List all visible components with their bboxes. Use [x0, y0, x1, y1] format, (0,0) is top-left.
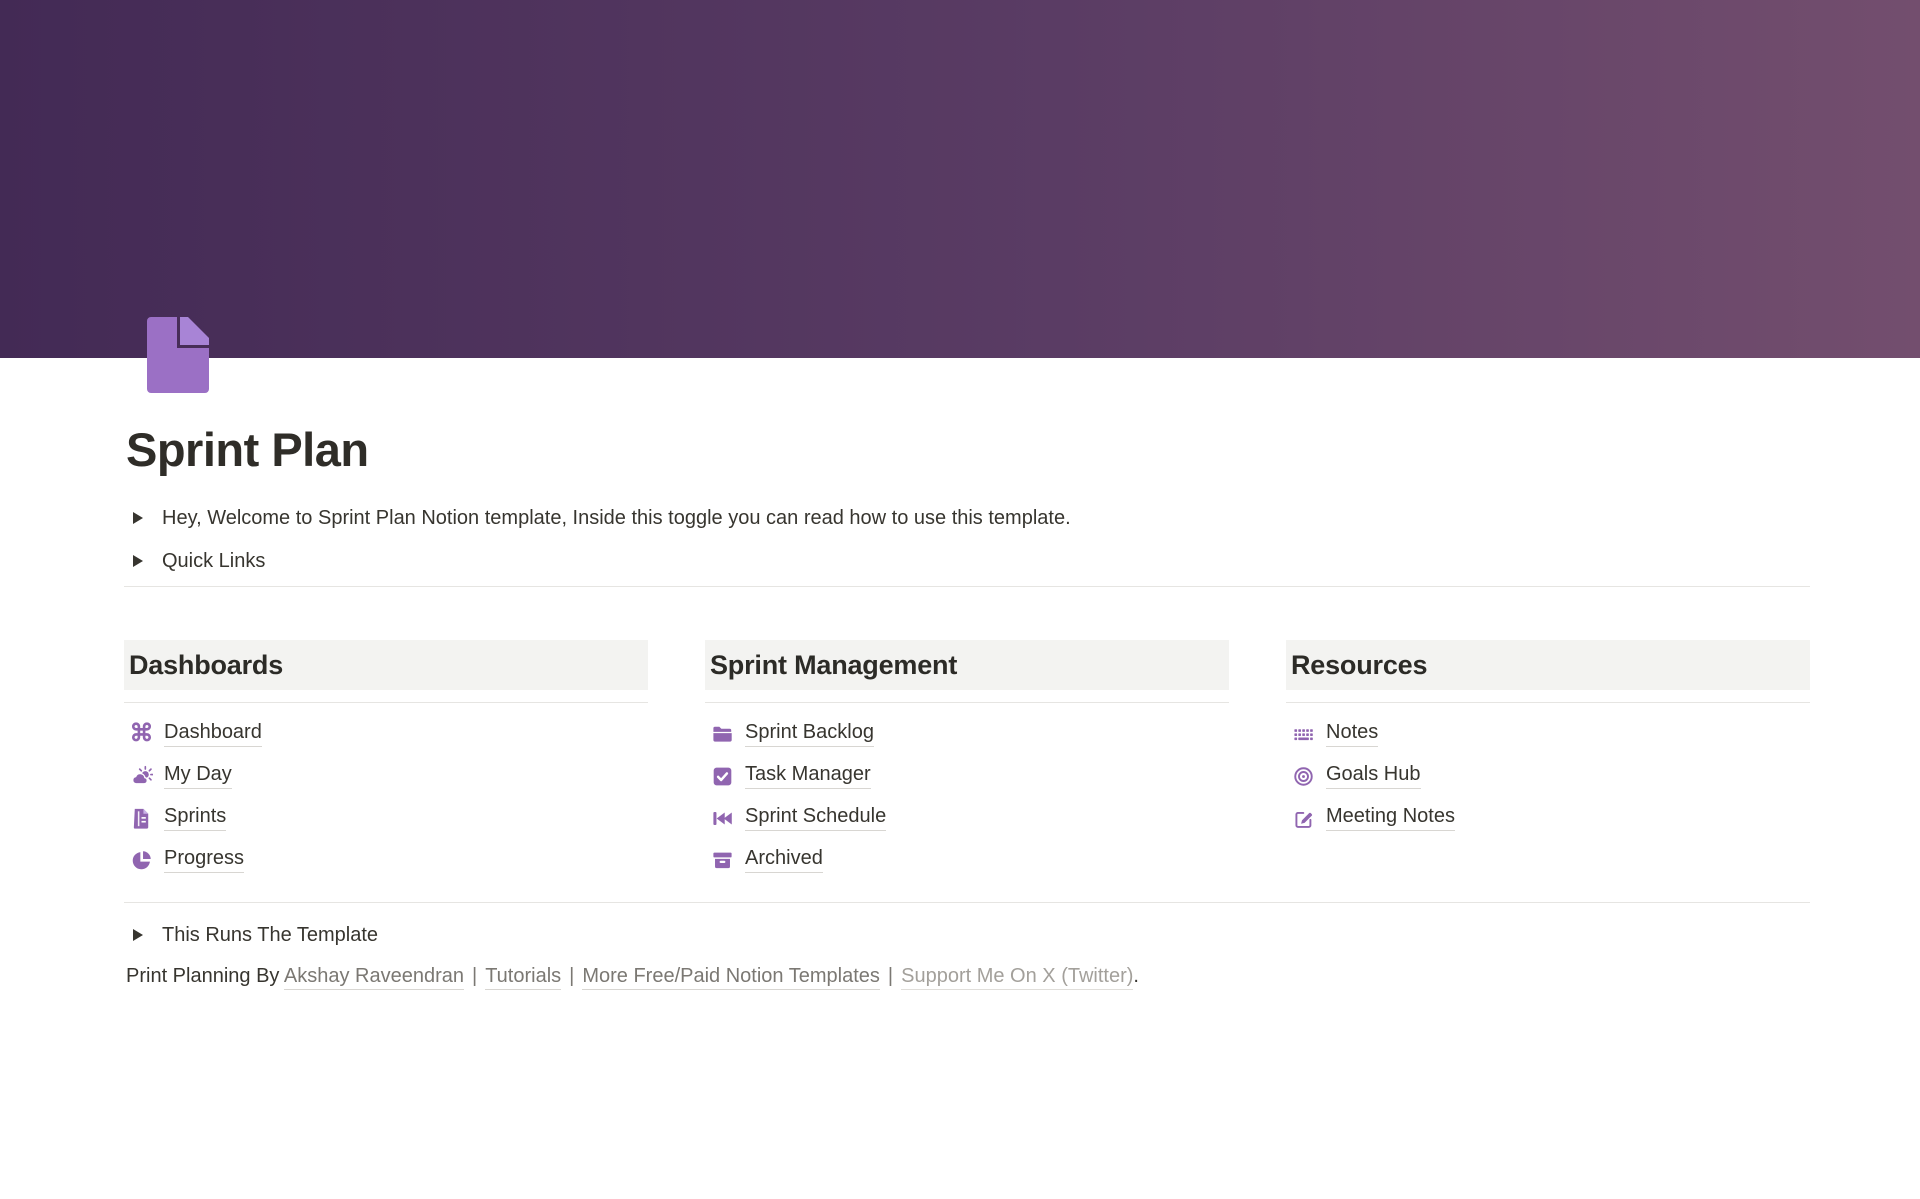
- column-header-sprint-management: Sprint Management: [705, 640, 1229, 690]
- page-link-archived[interactable]: Archived: [711, 839, 1229, 881]
- page-link-my-day[interactable]: My Day: [130, 755, 648, 797]
- column-header-resources: Resources: [1286, 640, 1810, 690]
- document-icon: [147, 317, 209, 393]
- toggle-triangle-icon[interactable]: [126, 549, 150, 573]
- page-link-list: ⌘ Dashboard My Day Sprints Progress: [124, 703, 648, 881]
- page-link-sprints[interactable]: Sprints: [130, 797, 648, 839]
- page-link-label: Sprints: [164, 805, 226, 831]
- page-link-label: Sprint Backlog: [745, 721, 874, 747]
- footer-link-more-free-paid-notion-templates[interactable]: More Free/Paid Notion Templates: [582, 965, 880, 990]
- page-link-sprint-backlog[interactable]: Sprint Backlog: [711, 713, 1229, 755]
- toggle-triangle-icon[interactable]: [126, 923, 150, 947]
- page-link-label: Sprint Schedule: [745, 805, 886, 831]
- toggle-quick-links[interactable]: Quick Links: [126, 546, 265, 576]
- columns-section: Dashboards ⌘ Dashboard My Day Sprints Prog…: [124, 640, 1810, 881]
- footer-credits: Print Planning By Akshay Raveendran|Tuto…: [126, 965, 1139, 988]
- toggle-triangle-icon[interactable]: [126, 506, 150, 530]
- footer-link-tutorials[interactable]: Tutorials: [485, 965, 561, 990]
- page-link-label: Goals Hub: [1326, 763, 1421, 789]
- page-link-task-manager[interactable]: Task Manager: [711, 755, 1229, 797]
- footer-prefix: Print Planning By: [126, 965, 284, 987]
- page-link-list: Sprint Backlog Task Manager Sprint Sched…: [705, 703, 1229, 881]
- journal-page-icon: [130, 807, 153, 830]
- column-heading: Sprint Management: [710, 650, 957, 681]
- page-document-icon[interactable]: [147, 317, 209, 393]
- rewind-icon: [711, 807, 734, 830]
- page-link-goals-hub[interactable]: Goals Hub: [1292, 755, 1810, 797]
- footer-suffix: .: [1133, 965, 1139, 987]
- sun-cloud-icon: [130, 765, 153, 788]
- column-sprint-management: Sprint Management Sprint Backlog Task Ma…: [705, 640, 1229, 881]
- page-cover-image: [0, 0, 1920, 358]
- checkbox-icon: [711, 765, 734, 788]
- page-link-label: Progress: [164, 847, 244, 873]
- target-icon: [1292, 765, 1315, 788]
- column-header-dashboards: Dashboards: [124, 640, 648, 690]
- page-link-label: Meeting Notes: [1326, 805, 1455, 831]
- divider: [124, 586, 1810, 587]
- toggle-runs-template-label: This Runs The Template: [162, 924, 378, 947]
- toggle-runs-template[interactable]: This Runs The Template: [126, 920, 378, 950]
- footer-link-support-me-on-x-twitter[interactable]: Support Me On X (Twitter): [901, 965, 1133, 990]
- footer-link-akshay-raveendran[interactable]: Akshay Raveendran: [284, 965, 464, 990]
- folder-icon: [711, 723, 734, 746]
- page-link-sprint-schedule[interactable]: Sprint Schedule: [711, 797, 1229, 839]
- toggle-quick-links-label: Quick Links: [162, 550, 265, 573]
- column-heading: Dashboards: [129, 650, 283, 681]
- page-link-dashboard[interactable]: ⌘ Dashboard: [130, 713, 648, 755]
- page-link-notes[interactable]: Notes: [1292, 713, 1810, 755]
- page-link-label: Dashboard: [164, 721, 262, 747]
- page-link-label: Notes: [1326, 721, 1378, 747]
- page-title: Sprint Plan: [126, 424, 369, 476]
- keyboard-icon: [1292, 723, 1315, 746]
- column-resources: Resources Notes Goals Hub Meeting Notes: [1286, 640, 1810, 881]
- compose-icon: [1292, 807, 1315, 830]
- pie-chart-icon: [130, 849, 153, 872]
- divider: [124, 902, 1810, 903]
- archive-box-icon: [711, 849, 734, 872]
- page-link-progress[interactable]: Progress: [130, 839, 648, 881]
- footer-separator: |: [880, 965, 901, 987]
- page-link-label: My Day: [164, 763, 232, 789]
- page-link-label: Task Manager: [745, 763, 871, 789]
- footer-separator: |: [464, 965, 485, 987]
- footer-separator: |: [561, 965, 582, 987]
- page-link-label: Archived: [745, 847, 823, 873]
- page-link-meeting-notes[interactable]: Meeting Notes: [1292, 797, 1810, 839]
- column-heading: Resources: [1291, 650, 1427, 681]
- toggle-welcome[interactable]: Hey, Welcome to Sprint Plan Notion templ…: [126, 503, 1071, 533]
- column-dashboards: Dashboards ⌘ Dashboard My Day Sprints Prog…: [124, 640, 648, 881]
- page-link-list: Notes Goals Hub Meeting Notes: [1286, 703, 1810, 839]
- toggle-welcome-label: Hey, Welcome to Sprint Plan Notion templ…: [162, 507, 1071, 530]
- command-icon: ⌘: [130, 723, 153, 746]
